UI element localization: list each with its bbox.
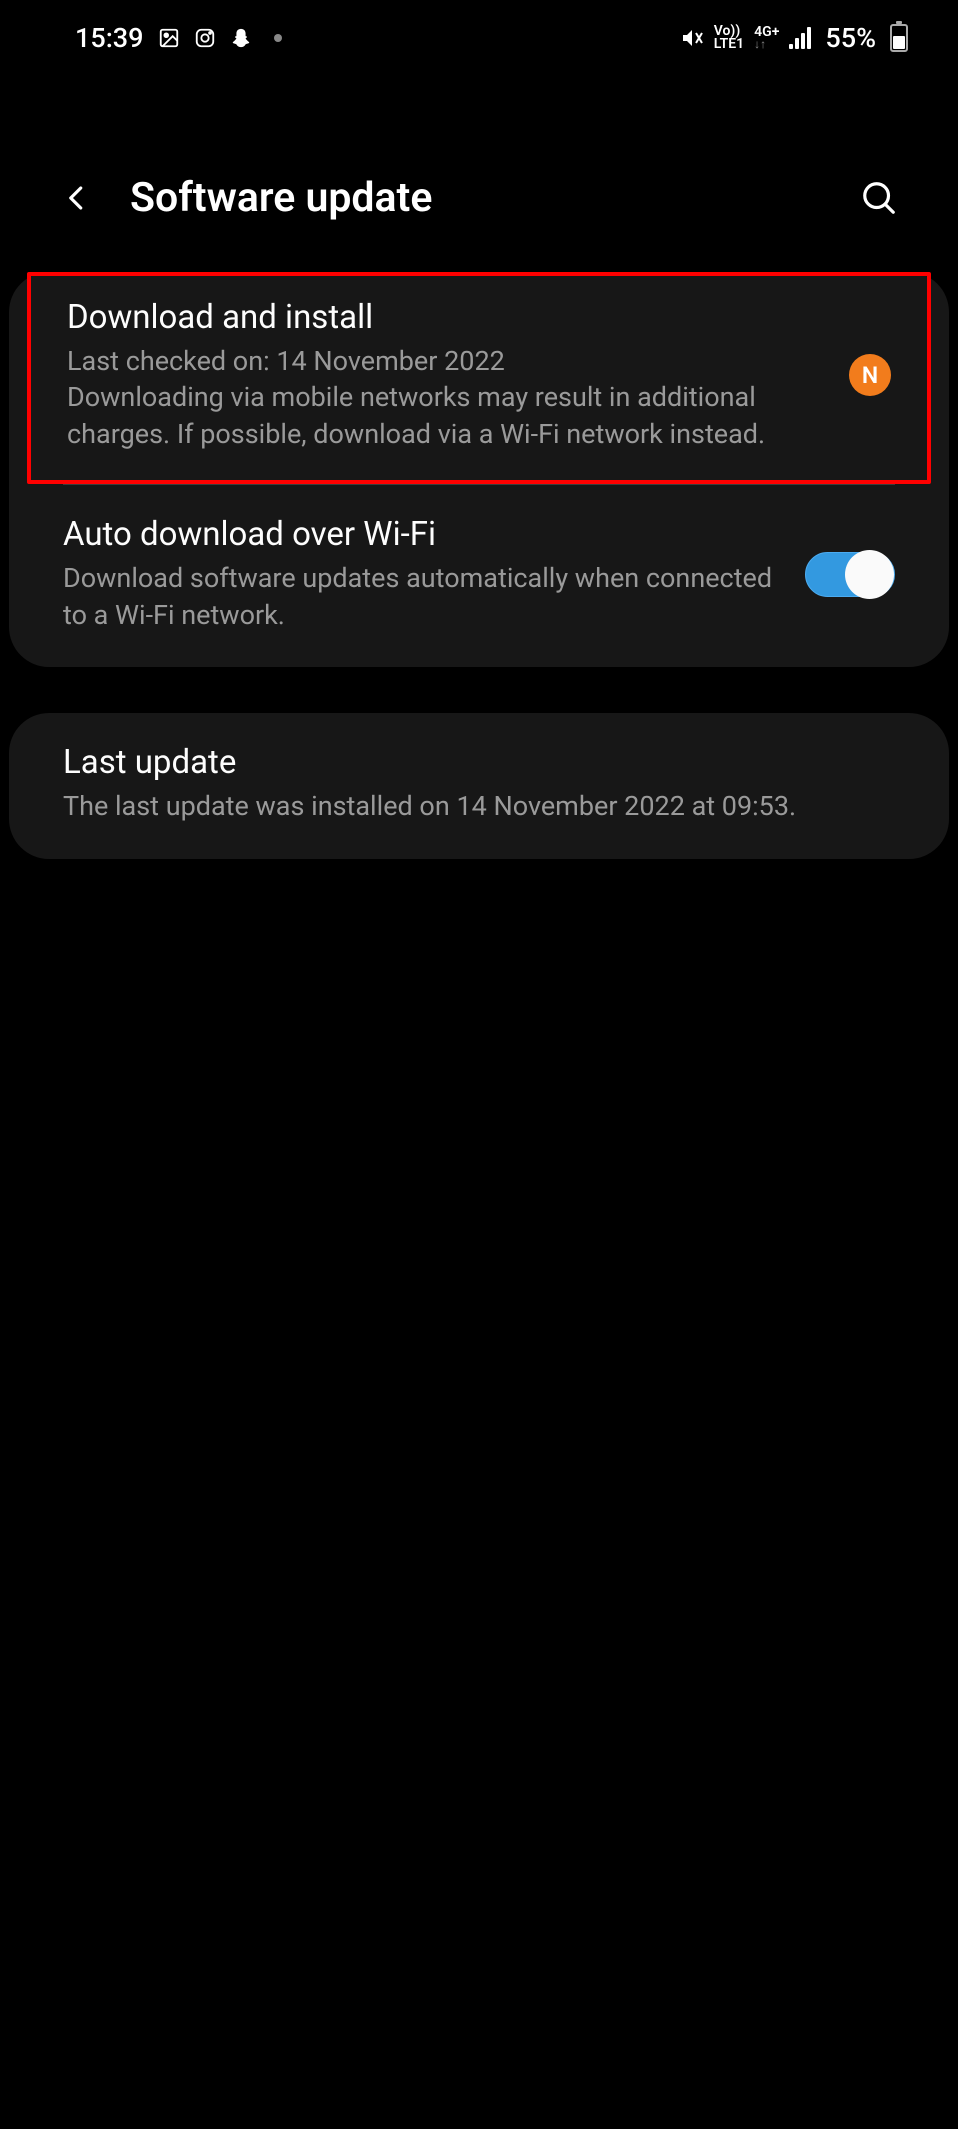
page-title: Software update bbox=[130, 174, 860, 222]
back-icon[interactable] bbox=[62, 183, 92, 213]
battery-percent: 55% bbox=[825, 22, 876, 54]
data-type-indicator: 4G+ ↓↑ bbox=[754, 26, 779, 49]
auto-download-desc: Download software updates automatically … bbox=[63, 560, 785, 633]
auto-download-toggle[interactable] bbox=[805, 552, 895, 597]
gallery-icon bbox=[158, 27, 180, 49]
status-bar-left: 15:39 bbox=[75, 22, 282, 54]
instagram-icon bbox=[194, 27, 216, 49]
notification-badge: N bbox=[849, 354, 891, 396]
last-update-title: Last update bbox=[63, 743, 895, 782]
search-icon[interactable] bbox=[860, 179, 898, 217]
auto-download-item[interactable]: Auto download over Wi-Fi Download softwa… bbox=[9, 485, 949, 667]
settings-card-last-update: Last update The last update was installe… bbox=[9, 713, 949, 858]
auto-download-text: Auto download over Wi-Fi Download softwa… bbox=[63, 515, 785, 633]
last-update-text: Last update The last update was installe… bbox=[63, 743, 895, 824]
snapchat-icon bbox=[230, 26, 252, 50]
download-install-item[interactable]: Download and install Last checked on: 14… bbox=[27, 272, 931, 484]
signal-icon bbox=[789, 27, 811, 49]
status-bar-right: Vo)) LTE1 4G+ ↓↑ 55% bbox=[680, 22, 908, 54]
download-install-title: Download and install bbox=[67, 298, 829, 337]
settings-card-main: Download and install Last checked on: 14… bbox=[9, 272, 949, 667]
last-update-desc: The last update was installed on 14 Nove… bbox=[63, 788, 895, 824]
status-time: 15:39 bbox=[75, 22, 144, 54]
volte-indicator: Vo)) LTE1 bbox=[714, 25, 744, 50]
app-header: Software update bbox=[0, 64, 958, 272]
auto-download-title: Auto download over Wi-Fi bbox=[63, 515, 785, 554]
more-notifications-dot bbox=[274, 34, 282, 42]
last-update-item[interactable]: Last update The last update was installe… bbox=[9, 713, 949, 858]
battery-icon bbox=[890, 24, 908, 52]
mute-icon bbox=[680, 26, 704, 50]
status-bar: 15:39 Vo)) LTE1 4G+ ↓↑ 55% bbox=[0, 0, 958, 64]
download-install-desc: Last checked on: 14 November 2022 Downlo… bbox=[67, 343, 829, 452]
download-install-text: Download and install Last checked on: 14… bbox=[67, 298, 829, 452]
toggle-knob bbox=[845, 550, 894, 599]
